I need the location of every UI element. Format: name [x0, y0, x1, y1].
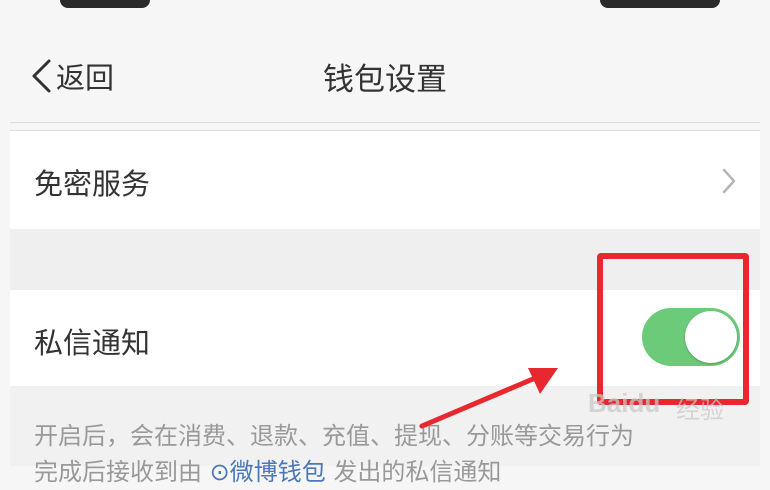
row-password-free-service[interactable]: 免密服务	[10, 131, 760, 229]
annotation-arrow	[419, 368, 558, 429]
annotation-highlight-box	[597, 253, 749, 405]
description-text: 开启后，会在消费、退款、充值、提现、分账等交易行为 完成后接收到由 ⊙微博钱包 …	[34, 418, 754, 490]
navigation-bar: 返回 钱包设置	[0, 12, 770, 122]
description-suffix: 发出的私信通知	[333, 458, 502, 486]
weibo-wallet-link[interactable]: ⊙微博钱包	[210, 458, 326, 486]
page-title: 钱包设置	[323, 62, 447, 98]
description-prefix: 完成后接收到由	[34, 458, 202, 486]
row-label: 私信通知	[34, 326, 151, 360]
description-line-1: 开启后，会在消费、退款、充值、提现、分账等交易行为	[34, 422, 634, 450]
row-label: 免密服务	[34, 167, 151, 201]
status-time	[60, 0, 150, 8]
chevron-right-icon	[722, 168, 736, 194]
weibo-wallet-link-label: 微博钱包	[229, 458, 326, 486]
divider	[10, 122, 760, 123]
status-icons	[600, 0, 720, 8]
description-line-2: 完成后接收到由 ⊙微博钱包 发出的私信通知	[34, 454, 754, 490]
status-bar	[0, 0, 770, 12]
